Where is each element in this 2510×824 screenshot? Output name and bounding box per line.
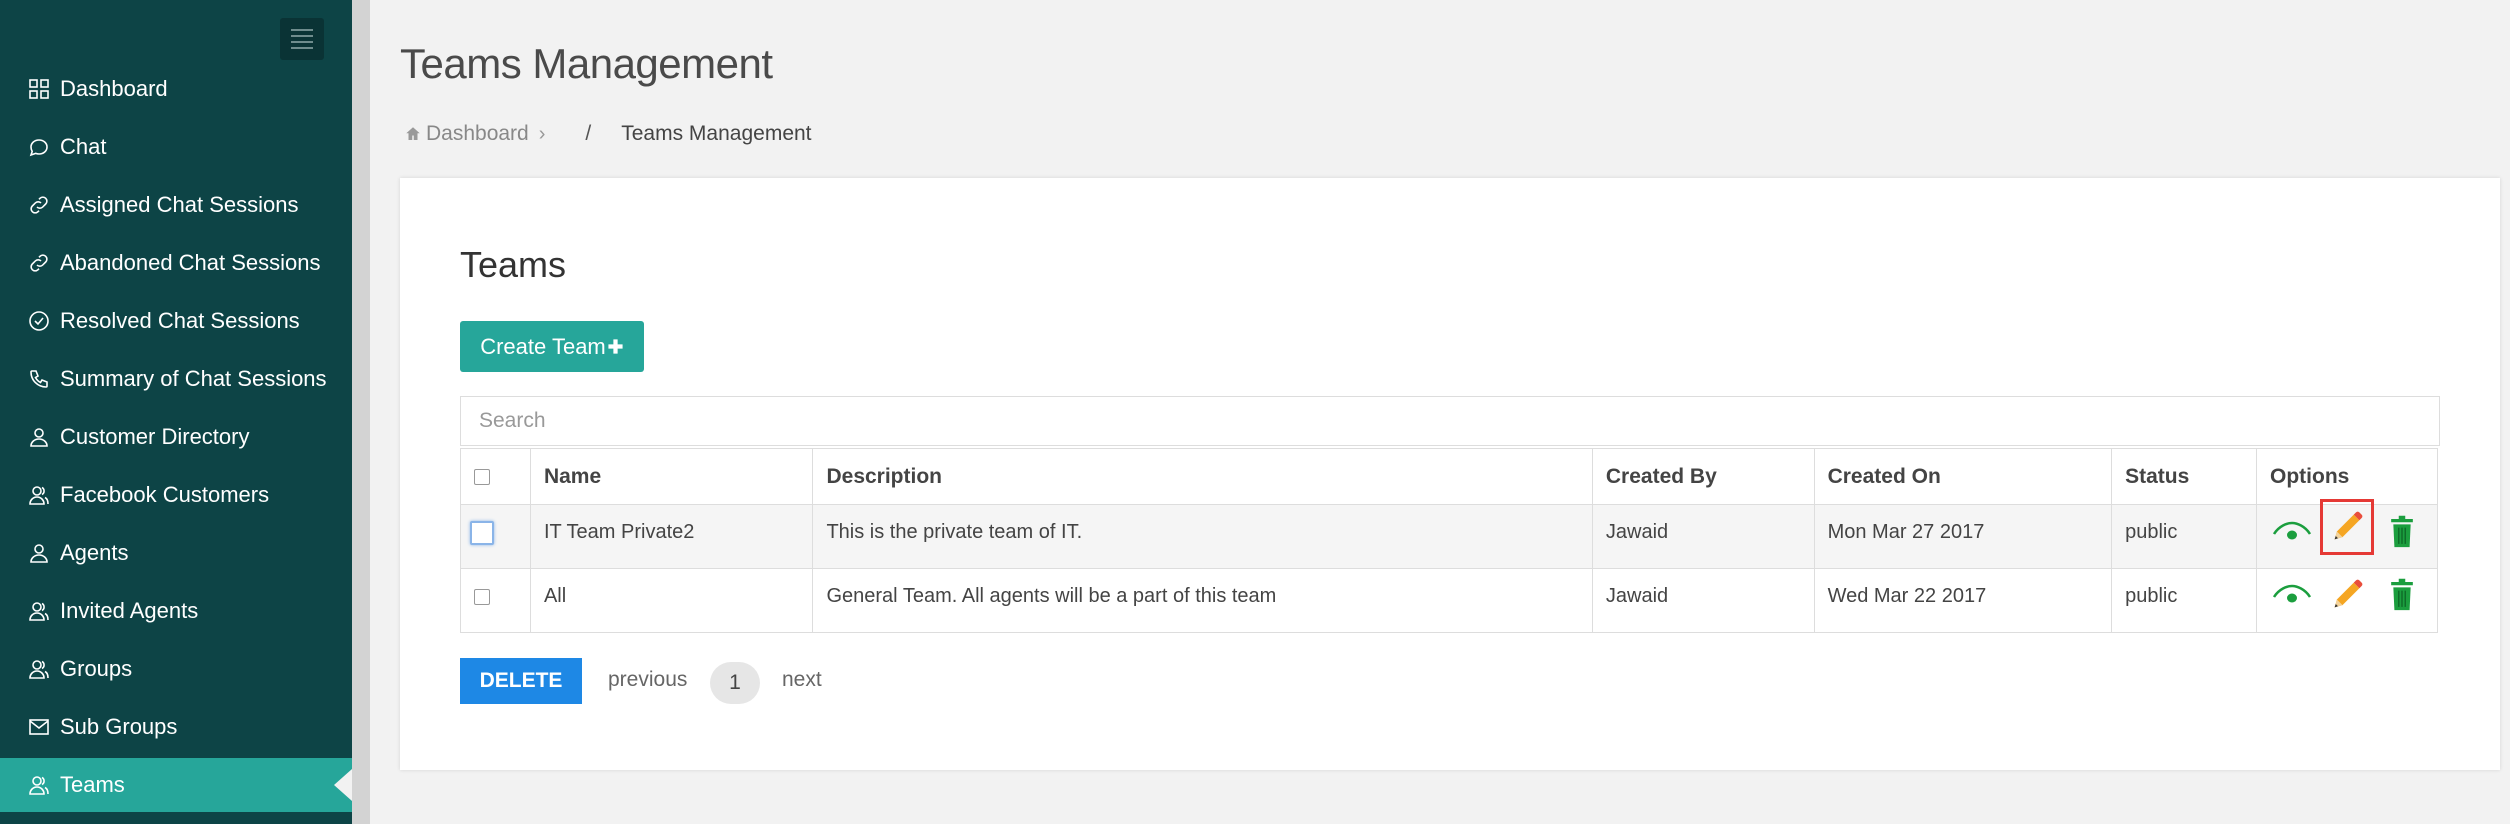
- delete-button[interactable]: DELETE: [460, 658, 582, 704]
- team-status: public: [2111, 504, 2257, 569]
- card-title: Teams: [460, 244, 567, 285]
- column-header-created-on[interactable]: Created On: [1813, 448, 2113, 505]
- sidebar-item-abandoned-chat-sessions[interactable]: Abandoned Chat Sessions: [0, 236, 352, 290]
- user-icon: [26, 424, 52, 450]
- sidebar-item-label: Teams: [60, 772, 125, 797]
- sidebar-item-label: Summary of Chat Sessions: [60, 366, 327, 391]
- sidebar-item-groups[interactable]: Groups: [0, 642, 352, 696]
- column-header-created-by[interactable]: Created By: [1591, 448, 1815, 505]
- grid-icon: [26, 76, 52, 102]
- breadcrumb-home-link[interactable]: Dashboard: [404, 122, 529, 146]
- pagination-previous[interactable]: previous: [608, 668, 687, 692]
- table-row: All General Team. All agents will be a p…: [460, 568, 2438, 633]
- team-status: public: [2111, 568, 2257, 633]
- sidebar-item-label: Sub Groups: [60, 714, 178, 739]
- edit-pencil-icon[interactable]: [2320, 499, 2374, 555]
- delete-trash-icon[interactable]: [2380, 573, 2424, 617]
- sidebar-item-label: Agents: [60, 540, 129, 565]
- pagination-next[interactable]: next: [782, 668, 822, 692]
- pagination-page-1[interactable]: 1: [710, 662, 760, 704]
- team-name: IT Team Private2: [529, 504, 814, 569]
- team-name: All: [529, 568, 814, 633]
- row-checkbox-cell: [460, 504, 531, 569]
- link-icon: [26, 192, 52, 218]
- chat-bubble-icon: [26, 134, 52, 160]
- plus-icon: [608, 339, 623, 354]
- sidebar-item-label: Chat: [60, 134, 107, 159]
- sidebar-item-facebook-customers[interactable]: Facebook Customers: [0, 468, 352, 522]
- users-icon: [26, 598, 52, 624]
- sidebar-divider: [352, 0, 370, 824]
- chevron-right-icon: ›: [538, 122, 546, 145]
- page-title: Teams Management: [400, 40, 773, 87]
- create-team-button[interactable]: Create Team: [460, 321, 644, 372]
- envelope-icon: [26, 714, 52, 740]
- sidebar-item-agents[interactable]: Agents: [0, 526, 352, 580]
- team-created-on: Mon Mar 27 2017: [1813, 504, 2113, 569]
- select-all-cell: [460, 448, 531, 505]
- sidebar-item-invited-agents[interactable]: Invited Agents: [0, 584, 352, 638]
- sidebar-item-label: Customer Directory: [60, 424, 250, 449]
- view-eye-icon[interactable]: [2270, 510, 2314, 554]
- sidebar-item-label: Groups: [60, 656, 133, 681]
- teams-card: Teams Create Team Name Description Creat…: [400, 178, 2500, 770]
- phone-icon: [26, 366, 52, 392]
- sidebar-item-label: Dashboard: [60, 76, 168, 101]
- teams-table: Name Description Created By Created On S…: [460, 448, 2438, 633]
- sidebar-item-resolved-chat-sessions[interactable]: Resolved Chat Sessions: [0, 294, 352, 348]
- row-options: [2256, 499, 2438, 569]
- row-options: [2256, 568, 2438, 633]
- sidebar-item-dashboard[interactable]: Dashboard: [0, 62, 352, 116]
- users-icon: [26, 482, 52, 508]
- sidebar-item-customer-directory[interactable]: Customer Directory: [0, 410, 352, 464]
- column-header-name[interactable]: Name: [529, 448, 814, 505]
- check-circle-icon: [26, 308, 52, 334]
- sidebar-item-teams[interactable]: Teams: [0, 758, 352, 812]
- delete-trash-icon[interactable]: [2380, 510, 2424, 554]
- team-created-by: Jawaid: [1591, 504, 1815, 569]
- row-checkbox[interactable]: [474, 589, 490, 605]
- search-input[interactable]: [460, 396, 2440, 446]
- sidebar: Dashboard Chat Assigned Chat Sessions Ab…: [0, 0, 352, 824]
- sidebar-item-label: Invited Agents: [60, 598, 199, 623]
- sidebar-item-summary-of-chat-sessions[interactable]: Summary of Chat Sessions: [0, 352, 352, 406]
- sidebar-item-label: Facebook Customers: [60, 482, 270, 507]
- team-created-on: Wed Mar 22 2017: [1813, 568, 2113, 633]
- sidebar-item-label: Resolved Chat Sessions: [60, 308, 300, 333]
- create-team-label: Create Team: [480, 333, 606, 359]
- link-icon: [26, 250, 52, 276]
- team-description: This is the private team of IT.: [812, 504, 1593, 569]
- sidebar-item-label: Abandoned Chat Sessions: [60, 250, 321, 275]
- breadcrumb-current: Teams Management: [621, 122, 812, 145]
- sidebar-item-assigned-chat-sessions[interactable]: Assigned Chat Sessions: [0, 178, 352, 232]
- users-icon: [26, 772, 52, 798]
- sidebar-item-sub-groups[interactable]: Sub Groups: [0, 700, 352, 754]
- table-header-row: Name Description Created By Created On S…: [460, 448, 2438, 505]
- users-icon: [26, 656, 52, 682]
- sidebar-item-label: Assigned Chat Sessions: [60, 192, 299, 217]
- breadcrumb: Dashboard › / Teams Management: [404, 122, 812, 146]
- row-checkbox[interactable]: [470, 521, 494, 545]
- menu-toggle-icon[interactable]: [280, 18, 324, 60]
- column-header-options: Options: [2256, 448, 2438, 505]
- edit-pencil-icon[interactable]: [2325, 573, 2369, 617]
- select-all-checkbox[interactable]: [474, 468, 490, 485]
- sidebar-item-chat[interactable]: Chat: [0, 120, 352, 174]
- user-icon: [26, 540, 52, 566]
- column-header-description[interactable]: Description: [812, 448, 1593, 505]
- table-row: IT Team Private2 This is the private tea…: [460, 499, 2438, 569]
- home-icon: [406, 127, 420, 140]
- breadcrumb-separator: /: [585, 122, 592, 145]
- team-description: General Team. All agents will be a part …: [812, 568, 1593, 633]
- view-eye-icon[interactable]: [2270, 573, 2314, 617]
- row-checkbox-cell: [460, 568, 531, 633]
- team-created-by: Jawaid: [1591, 568, 1815, 633]
- column-header-status[interactable]: Status: [2111, 448, 2257, 505]
